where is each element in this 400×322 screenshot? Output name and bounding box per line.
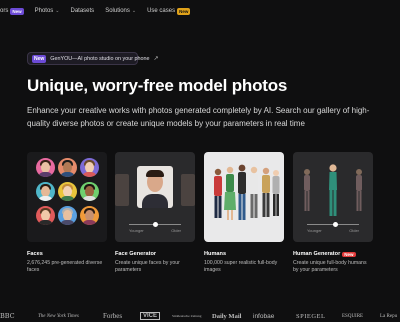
logo-esquire: ESQUIRE: [342, 313, 364, 319]
human-generator-thumbnail: Younger Older: [293, 152, 373, 242]
face-avatar: [58, 206, 77, 225]
card-title-text: Humans: [204, 251, 227, 257]
face-generator-thumbnail: Younger Older: [115, 152, 195, 242]
card-title: Faces: [27, 251, 107, 257]
slider-label-right: Older: [171, 228, 181, 233]
card-description: Create unique full-body humans by your p…: [293, 260, 367, 273]
nav-item-generators[interactable]: ors New: [0, 7, 24, 15]
face-preview-main: [137, 166, 173, 208]
card-title: Human Generator New: [293, 251, 373, 257]
nav-item-solutions[interactable]: Solutions ⌄: [105, 8, 136, 14]
new-badge: New: [32, 54, 47, 63]
hero-subtitle: Enhance your creative works with photos …: [27, 106, 370, 128]
card-description: 100,000 super realistic full-body images: [204, 260, 278, 273]
nav-item-label: Datasets: [70, 8, 95, 14]
nav-item-photos[interactable]: Photos ⌄: [35, 8, 60, 14]
nav-item-label: Use cases: [147, 8, 176, 14]
card-title-text: Human Generator: [293, 251, 341, 257]
card-description: Create unique faces by your parameters: [115, 260, 180, 273]
promo-pill[interactable]: New GenYOU—AI photo studio on your phone…: [27, 52, 159, 65]
nav-item-label: ors: [0, 8, 9, 14]
card-title-text: Face Generator: [115, 251, 157, 257]
slider-track: [129, 222, 181, 227]
new-badge: New: [342, 251, 356, 257]
face-avatar: [36, 158, 55, 177]
face-preview-side: [181, 174, 195, 206]
age-slider[interactable]: Younger Older: [129, 222, 181, 233]
card-faces[interactable]: Faces 2,676,245 pre-generated diverse fa…: [27, 152, 107, 274]
card-title: Face Generator: [115, 251, 195, 257]
humans-thumbnail: [204, 152, 284, 242]
slider-knob[interactable]: [333, 222, 339, 227]
face-avatar: [36, 206, 55, 225]
nav-item-datasets[interactable]: Datasets: [71, 8, 95, 14]
logo-nyt: The New York Times: [38, 313, 79, 319]
chevron-down-icon: ⌄: [131, 8, 137, 14]
slider-label-left: Younger: [129, 228, 144, 233]
face-avatar: [58, 158, 77, 177]
chevron-down-icon: ⌄: [55, 8, 60, 14]
faces-thumbnail: [27, 152, 107, 242]
card-face-generator[interactable]: Younger Older Face Generator Create uniqu…: [115, 152, 195, 274]
logo-bbc: BBC: [0, 312, 15, 320]
press-logos: BBC The New York Times Forbes VICE Südde…: [0, 310, 400, 322]
new-badge: New: [10, 7, 24, 15]
card-description: 2,676,245 pre-generated diverse faces: [27, 260, 103, 273]
card-title-text: Faces: [27, 251, 43, 257]
card-human-generator[interactable]: Younger Older Human Generator New Create …: [293, 152, 373, 274]
page-title: Unique, worry-free model photos: [27, 76, 288, 95]
logo-infobae: infobae: [253, 312, 275, 320]
age-slider[interactable]: Younger Older: [307, 222, 359, 233]
slider-label-left: Younger: [307, 228, 322, 233]
nav-item-label: Solutions: [105, 8, 130, 14]
new-badge: New: [177, 7, 191, 15]
face-avatar: [36, 182, 55, 201]
logo-la-repubblica: La Repu: [380, 313, 398, 319]
logo-forbes: Forbes: [103, 312, 123, 320]
top-nav: ors New Photos ⌄ Datasets Solutions ⌄ Us…: [0, 0, 400, 22]
nav-item-use-cases[interactable]: Use cases New: [147, 7, 191, 15]
humans-figures: [214, 164, 280, 220]
logo-vice: VICE: [140, 312, 161, 320]
nav-item-label: Photos: [34, 8, 54, 14]
slider-knob[interactable]: [152, 222, 158, 227]
card-title: Humans: [204, 251, 284, 257]
arrow-right-icon: ↗: [153, 56, 159, 62]
face-avatar: [80, 158, 99, 177]
face-preview-side: [115, 174, 129, 206]
promo-text: GenYOU—AI photo studio on your phone: [50, 55, 150, 62]
slider-label-right: Older: [349, 228, 359, 233]
slider-track: [307, 222, 359, 227]
logo-sz: Süddeutsche Zeitung: [172, 314, 202, 318]
face-avatar: [58, 182, 77, 201]
face-avatar: [80, 182, 99, 201]
face-avatar: [80, 206, 99, 225]
card-humans[interactable]: Humans 100,000 super realistic full-body…: [204, 152, 284, 274]
logo-daily-mail: Daily Mail: [212, 312, 242, 320]
logo-spiegel: SPIEGEL: [296, 312, 326, 320]
